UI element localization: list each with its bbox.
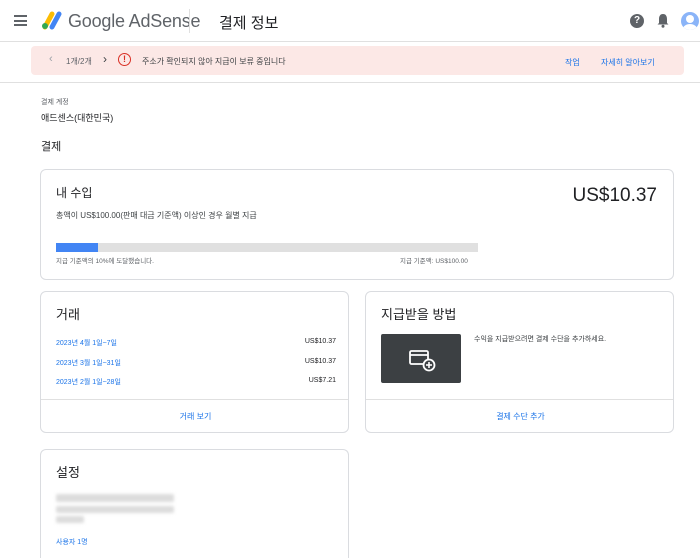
transaction-period-link[interactable]: 2023년 3월 1일~31일	[56, 358, 121, 368]
alert-message: 주소가 확인되지 않아 지급이 보류 중입니다	[142, 57, 286, 66]
redacted-info	[56, 506, 174, 513]
alert-next-icon[interactable]: ›	[103, 52, 107, 66]
transaction-period-link[interactable]: 2023년 4월 1일~7일	[56, 338, 117, 348]
payments-section-title: 결제	[41, 141, 62, 153]
top-app-bar: Google AdSense 결제 정보 ?	[0, 0, 700, 42]
notifications-icon[interactable]	[657, 13, 669, 28]
payment-account-value: 애드센스(대한민국)	[41, 113, 114, 123]
add-card-icon	[409, 350, 436, 372]
table-row: 2023년 3월 1일~31일 US$10.37	[56, 358, 336, 368]
view-transactions-link[interactable]: 거래 보기	[41, 411, 350, 422]
page-title: 결제 정보	[219, 15, 279, 32]
payment-account-label: 결제 계정	[41, 99, 69, 106]
card-divider	[41, 399, 348, 400]
alert-action-link[interactable]: 작업	[565, 57, 580, 68]
transaction-period-link[interactable]: 2023년 2월 1일~28일	[56, 377, 121, 387]
progress-status: 지급 기준액의 10%에 도달했습니다.	[56, 258, 154, 265]
alert-prev-icon[interactable]: ‹	[49, 53, 53, 65]
alert-learn-more-link[interactable]: 자세히 알아보기	[601, 57, 655, 68]
earnings-card: 내 수입 US$10.37 총액이 US$100.00(판매 대금 기준액) 이…	[40, 169, 674, 280]
redacted-info	[56, 516, 84, 523]
transactions-card: 거래 2023년 4월 1일~7일 US$10.37 2023년 3월 1일~3…	[40, 291, 349, 433]
earnings-description: 총액이 US$100.00(판매 대금 기준액) 이상인 경우 월별 지급	[56, 211, 257, 220]
header-divider	[189, 9, 190, 33]
payment-threshold: 지급 기준액: US$100.00	[400, 258, 468, 265]
settings-card: 설정 사용자 1명	[40, 449, 349, 558]
payment-method-title: 지급받을 방법	[381, 307, 457, 322]
transactions-title: 거래	[56, 307, 80, 322]
help-icon[interactable]: ?	[630, 14, 644, 28]
alert-counter: 1개/2개	[66, 57, 92, 66]
transaction-amount: US$7.21	[308, 377, 336, 384]
table-row: 2023년 2월 1일~28일 US$7.21	[56, 377, 336, 387]
payment-method-illustration	[381, 334, 461, 383]
adsense-logo-icon	[42, 11, 62, 30]
users-link[interactable]: 사용자 1명	[56, 537, 88, 547]
progress-fill	[56, 243, 99, 252]
earnings-amount: US$10.37	[572, 185, 657, 206]
table-row: 2023년 4월 1일~7일 US$10.37	[56, 338, 336, 348]
payment-threshold-progress	[56, 243, 478, 252]
brand-name: Google AdSense	[68, 11, 201, 31]
payment-method-description: 수익을 지급받으려면 결제 수단을 추가하세요.	[474, 336, 607, 343]
card-divider	[366, 399, 673, 400]
earnings-title: 내 수입	[56, 186, 93, 200]
error-icon: !	[118, 53, 131, 66]
main-menu-icon[interactable]	[14, 15, 27, 26]
redacted-info	[56, 494, 174, 502]
payment-method-card: 지급받을 방법 수익을 지급받으려면 결제 수단을 추가하세요. 결제 수단 추…	[365, 291, 674, 433]
settings-title: 설정	[56, 465, 80, 480]
add-payment-method-link[interactable]: 결제 수단 추가	[366, 411, 675, 422]
transaction-amount: US$10.37	[304, 338, 336, 345]
section-divider	[0, 82, 700, 83]
account-avatar[interactable]	[681, 12, 699, 30]
transaction-amount: US$10.37	[304, 358, 336, 365]
